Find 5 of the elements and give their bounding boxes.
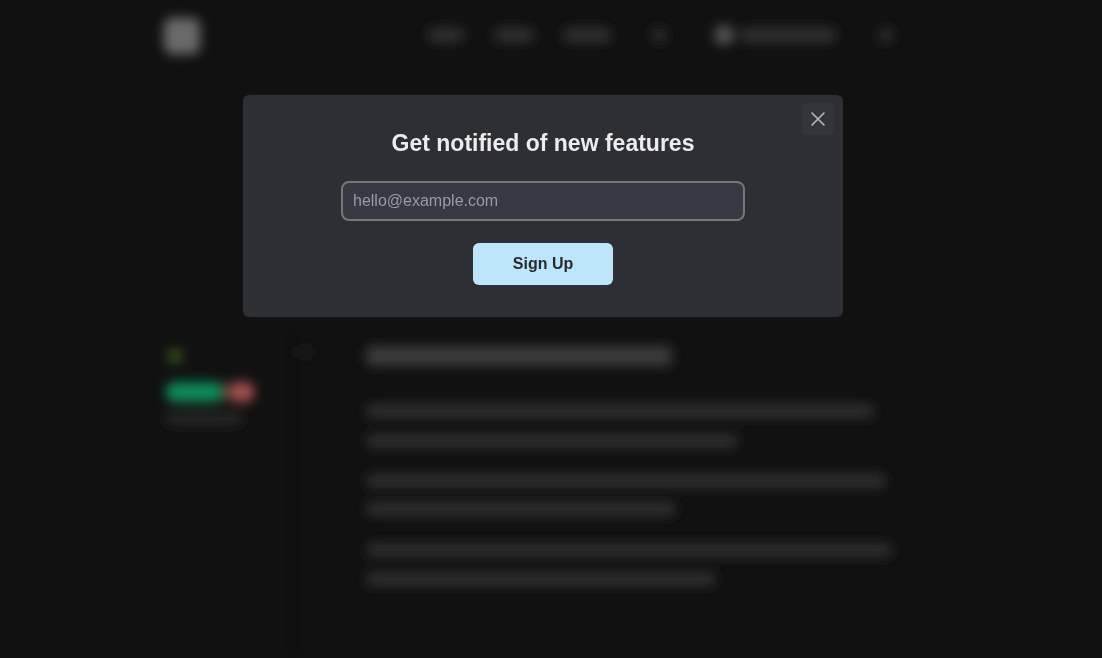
close-icon [811, 112, 825, 126]
email-field[interactable]: hello@example.com [341, 181, 745, 221]
sign-up-button[interactable]: Sign Up [473, 243, 613, 285]
dialog-title: Get notified of new features [391, 129, 695, 158]
close-button[interactable] [802, 103, 834, 135]
